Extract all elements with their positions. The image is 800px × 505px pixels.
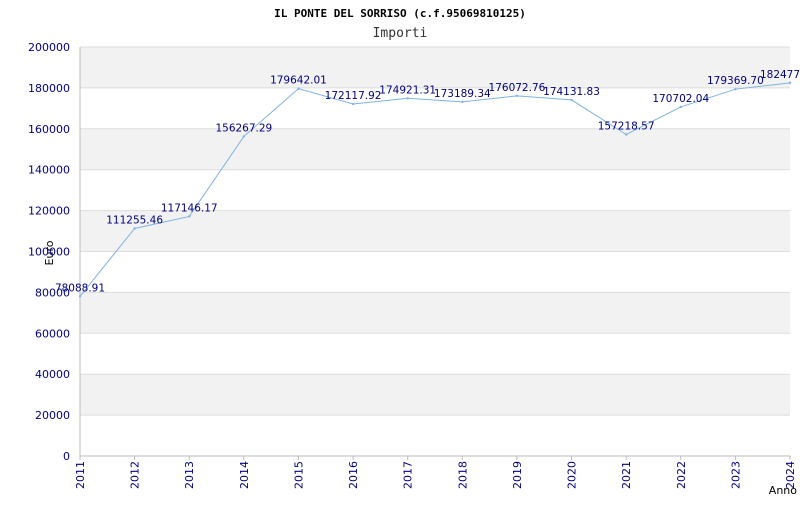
y-tick-label: 200000 [28, 41, 70, 54]
data-label: 117146.17 [161, 202, 218, 214]
grid-band [80, 128, 790, 170]
grid-band [80, 47, 790, 88]
data-point [188, 215, 191, 218]
x-tick-label: 2014 [238, 461, 251, 489]
x-tick-label: 2015 [292, 461, 305, 489]
grid-band [80, 374, 790, 416]
y-tick-labels: 0200004000060000800001000001200001400001… [28, 41, 70, 463]
data-point [406, 97, 409, 100]
data-point [133, 227, 136, 230]
x-tick-label: 2019 [511, 461, 524, 489]
series-group [78, 81, 792, 298]
grid-band [80, 292, 790, 334]
data-label: 174131.83 [543, 86, 600, 98]
y-tick-label: 0 [63, 450, 70, 463]
y-tick-label: 100000 [28, 246, 70, 259]
data-point [734, 87, 737, 91]
data-point [242, 135, 246, 138]
data-label: 156267.29 [215, 122, 272, 134]
data-label: 172117.92 [325, 90, 382, 102]
chart-title: IL PONTE DEL SORRISO (c.f.95069810125) [274, 7, 526, 20]
data-label: 174921.31 [379, 84, 436, 96]
x-tick-label: 2022 [675, 461, 688, 489]
data-label: 111255.46 [106, 214, 163, 226]
y-tick-label: 40000 [35, 368, 70, 381]
y-tick-label: 180000 [28, 82, 70, 95]
data-point [515, 94, 519, 98]
data-labels: 78088.91 111255.46117146.17 156267.29 17964… [55, 69, 800, 294]
data-label: 182477 [760, 69, 800, 81]
data-label: 170702.04 [652, 93, 709, 105]
data-point [788, 81, 792, 85]
x-tick-label: 2024 [784, 461, 797, 489]
data-point [679, 105, 682, 109]
data-point [78, 295, 82, 298]
data-point [351, 102, 355, 106]
x-tick-labels: 2011 2012 2013 2014 2015 2016 2017 2018 2019 2020… [74, 461, 797, 489]
y-tick-label: 160000 [28, 123, 70, 136]
x-tick-label: 2011 [74, 461, 87, 489]
chart-container: IL PONTE DEL SORRISO (c.f.95069810125) I… [0, 0, 800, 500]
data-label: 157218.57 [598, 120, 655, 132]
data-point [624, 133, 628, 136]
x-tick-label: 2017 [402, 461, 415, 489]
x-tick-label: 2020 [566, 461, 579, 489]
x-tick-label: 2013 [183, 461, 196, 489]
y-tick-label: 120000 [28, 205, 70, 218]
y-tick-label: 60000 [35, 327, 70, 340]
x-tick-label: 2021 [620, 461, 633, 489]
x-tick-label: 2016 [347, 461, 360, 489]
data-point [570, 98, 573, 102]
x-tick-label: 2012 [129, 461, 142, 489]
data-point [461, 100, 464, 104]
data-label: 173189.34 [434, 88, 491, 100]
y-tick-label: 20000 [35, 409, 70, 422]
x-tick-label: 2023 [729, 461, 742, 489]
data-label: 78088.91 [55, 282, 105, 294]
line-chart: IL PONTE DEL SORRISO (c.f.95069810125) I… [28, 7, 800, 497]
series-line [79, 82, 791, 297]
y-tick-label: 140000 [28, 164, 70, 177]
x-tick-label: 2018 [456, 461, 469, 489]
data-label: 176072.76 [489, 82, 546, 94]
chart-subtitle: Importi [373, 26, 428, 41]
data-label: 179642.01 [270, 75, 327, 87]
data-point [297, 87, 300, 90]
data-label: 179369.70 [707, 75, 764, 87]
